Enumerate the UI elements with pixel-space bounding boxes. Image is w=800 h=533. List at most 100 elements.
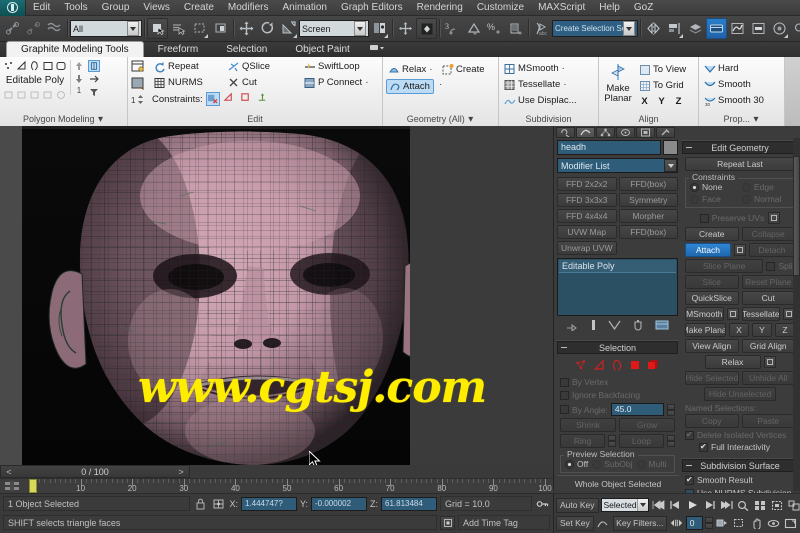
subdivision-rollout-header[interactable]: Subdivision Surface (682, 459, 798, 472)
hierarchy-tab-icon[interactable] (596, 126, 615, 138)
constraint-none-radio[interactable] (690, 182, 699, 192)
ribbon-button-use-displacement[interactable]: Use Displac... (502, 93, 579, 108)
panel-title-geometry-all[interactable]: Geometry (All) ▾ (386, 113, 495, 126)
constraint-none-icon[interactable] (205, 92, 220, 106)
preview-multi-radio[interactable] (636, 459, 646, 469)
next-frame-icon[interactable] (702, 498, 717, 512)
graphite-toggle-icon[interactable] (706, 18, 727, 39)
constraint-normal-radio-row[interactable]: Normal (742, 194, 781, 204)
ribbon-button-msmooth[interactable]: MSmooth · (502, 61, 568, 76)
by-angle-checkbox[interactable] (560, 405, 569, 414)
panel-title-align[interactable]: Align (602, 113, 695, 126)
field-of-view-icon[interactable] (715, 516, 730, 530)
tab-object-paint[interactable]: Object Paint (281, 42, 363, 57)
select-scale-icon[interactable] (278, 18, 299, 39)
delete-isolated-checkbox[interactable] (685, 430, 694, 440)
full-interactivity-row[interactable]: Full Interactivity (699, 442, 795, 452)
scrollbar-thumb[interactable] (793, 156, 800, 276)
named-selection-sets-icon[interactable]: abc (531, 18, 552, 39)
preview-multi-radio-row[interactable]: Multi (636, 459, 667, 469)
preview-subobj-radio-row[interactable]: SubObj (592, 459, 633, 469)
menu-item-graph-editors[interactable]: Graph Editors (334, 0, 410, 16)
slice-button[interactable]: Slice (685, 275, 739, 289)
constraint-edge-icon[interactable] (223, 92, 237, 106)
command-panel-scrollbar[interactable] (793, 138, 800, 491)
menu-item-animation[interactable]: Animation (275, 0, 333, 16)
panel-title-properties[interactable]: Prop... ▾ (702, 113, 781, 126)
chevron-down-icon[interactable] (354, 21, 366, 36)
tessellate-button[interactable]: Tessellate (741, 307, 780, 321)
ribbon-button-relax[interactable]: Relax · (386, 62, 434, 77)
select-manipulate-icon[interactable] (395, 18, 416, 39)
zoom-all-icon[interactable] (753, 498, 768, 512)
view-align-button[interactable]: View Align (685, 339, 739, 353)
split-checkbox-row[interactable]: Split (766, 261, 795, 271)
select-object-icon[interactable] (147, 18, 168, 39)
play-animation-icon[interactable] (685, 498, 700, 512)
reset-plane-button[interactable]: Reset Plane (741, 275, 795, 289)
tessellate-flyout-icon[interactable]: · (562, 78, 567, 91)
ribbon-spinner-value[interactable]: 1 (73, 86, 85, 95)
unhide-all-button[interactable]: Unhide All (741, 371, 795, 385)
timeline-ruler[interactable]: 10 20 30 40 50 60 70 80 90 100 (0, 478, 553, 493)
by-angle-spinner[interactable] (667, 403, 675, 416)
configure-modifier-sets-icon[interactable] (655, 319, 669, 333)
edit-poly-mode-icon[interactable] (131, 60, 148, 76)
constraint-normal-icon[interactable] (257, 92, 271, 106)
menu-item-tools[interactable]: Tools (57, 0, 94, 16)
ribbon-button-tessellate[interactable]: Tessellate · (502, 77, 570, 92)
attach-button[interactable]: Attach (685, 243, 731, 257)
reference-coordinate-combo[interactable]: Screen (299, 20, 369, 37)
grow-button[interactable]: Grow (619, 418, 675, 432)
filter-by-icon[interactable] (88, 86, 100, 98)
chevron-down-icon[interactable] (623, 21, 635, 36)
flyout-corner-icon[interactable] (293, 34, 297, 38)
delete-isolated-row[interactable]: Delete Isolated Vertices (685, 430, 795, 440)
border-subobject-icon[interactable] (29, 60, 41, 72)
perspective-viewport[interactable]: www.cgtsj.com (0, 126, 553, 465)
ring-spinner[interactable] (608, 435, 616, 447)
select-link-icon[interactable] (2, 18, 23, 39)
remove-modifier-icon[interactable] (632, 319, 644, 333)
constraint-face-radio-row[interactable]: Face (690, 194, 740, 204)
spinner-snap-icon[interactable]: % (484, 18, 505, 39)
snap-toggle-icon[interactable] (416, 18, 437, 39)
tab-graphite-modeling-tools[interactable]: Graphite Modeling Tools (6, 41, 144, 57)
move-up-level-icon[interactable] (73, 60, 85, 72)
flyout-corner-icon[interactable] (679, 34, 683, 38)
relax-settings-icon[interactable] (763, 356, 776, 368)
select-move-icon[interactable] (236, 18, 257, 39)
coord-value-y[interactable]: -0.000002 (311, 496, 367, 511)
preview-off-radio[interactable] (565, 459, 574, 469)
track-key-icon[interactable] (4, 481, 20, 492)
polygon-subobject-icon[interactable] (42, 60, 54, 72)
material-editor-icon[interactable] (769, 18, 790, 39)
maximize-viewport-icon[interactable] (783, 516, 798, 530)
modifier-list-combo[interactable]: Modifier List (557, 158, 678, 173)
attach-settings-icon[interactable] (734, 244, 746, 256)
set-key-button[interactable]: Set Key (556, 515, 594, 531)
ribbon-button-qslice[interactable]: QSlice (226, 59, 294, 74)
relax-flyout-icon[interactable]: · (428, 63, 433, 76)
by-angle-value-input[interactable]: 45.0 (610, 403, 664, 416)
ribbon-button-to-view[interactable]: To View (637, 62, 688, 77)
by-vertex-checkbox-row[interactable]: By Vertex (560, 377, 675, 387)
select-rotate-icon[interactable] (257, 18, 278, 39)
named-selection-set-combo[interactable]: Create Selection Set (552, 20, 638, 37)
zoom-extents-icon[interactable] (770, 498, 785, 512)
edge-subobject-icon[interactable] (16, 60, 28, 72)
move-down-level-icon[interactable] (73, 73, 85, 85)
current-frame-input[interactable]: 0 (685, 516, 703, 530)
modifier-button-ffd-4x4x4[interactable]: FFD 4x4x4 (557, 209, 617, 223)
quickslice-button[interactable]: QuickSlice (685, 291, 739, 305)
key-mode-toggle-icon[interactable] (535, 497, 550, 511)
planar-axis-z-button[interactable]: Z (775, 323, 795, 337)
ribbon-button-nurms[interactable]: NURMS (152, 75, 218, 90)
go-to-start-icon[interactable] (651, 498, 666, 512)
menu-item-modifiers[interactable]: Modifiers (221, 0, 276, 16)
tab-selection[interactable]: Selection (212, 42, 281, 57)
stack-item-editable-poly[interactable]: Editable Poly (559, 260, 676, 273)
menu-item-edit[interactable]: Edit (26, 0, 57, 16)
constraint-edge-radio-row[interactable]: Edge (742, 182, 774, 192)
flyout-corner-icon[interactable] (204, 34, 208, 38)
